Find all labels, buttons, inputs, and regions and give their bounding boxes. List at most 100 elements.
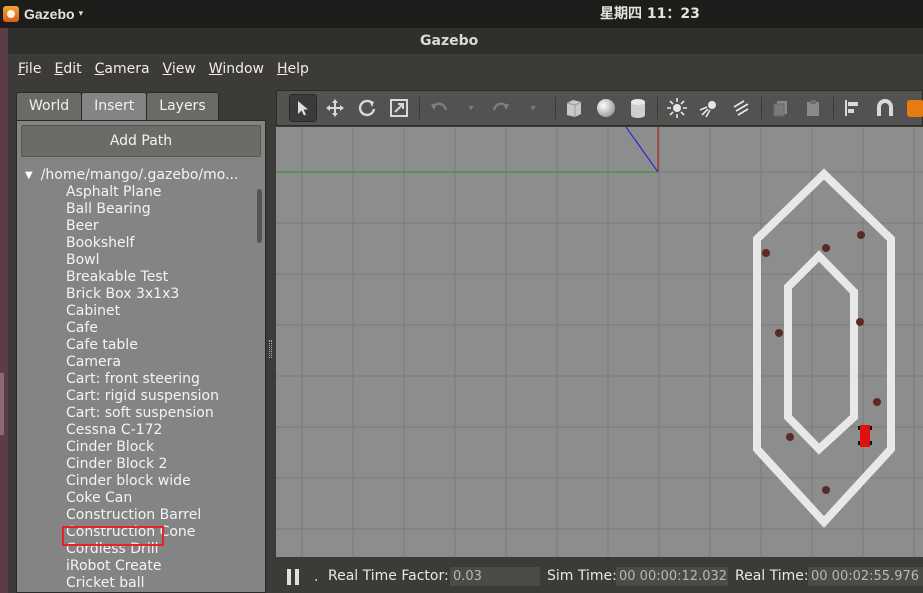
pause-icon[interactable] xyxy=(286,569,300,585)
toolbar-separator xyxy=(833,97,834,119)
model-list-item[interactable]: Cart: rigid suspension xyxy=(21,388,253,405)
app-name: Gazebo xyxy=(24,6,75,22)
coke-can-obstacle[interactable] xyxy=(873,398,881,406)
model-list-item[interactable]: Ball Bearing xyxy=(21,201,253,218)
menu-view-mnemonic: V xyxy=(162,61,172,77)
coke-can-obstacle[interactable] xyxy=(775,329,783,337)
model-list-item[interactable]: Brick Box 3x1x3 xyxy=(21,286,253,303)
panel-tabs: World Insert Layers xyxy=(16,92,219,122)
coke-can-obstacle[interactable] xyxy=(762,249,770,257)
model-list-item[interactable]: Cart: front steering xyxy=(21,371,253,388)
model-list-item[interactable]: Cricket ball xyxy=(21,575,253,592)
tab-insert[interactable]: Insert xyxy=(81,92,148,120)
menu-help[interactable]: Help xyxy=(277,61,309,77)
redo-dropdown-icon[interactable]: ▾ xyxy=(519,94,547,122)
model-list-item[interactable]: Cafe xyxy=(21,320,253,337)
scene-canvas[interactable] xyxy=(276,127,923,557)
model-list-item[interactable]: Cinder Block 2 xyxy=(21,456,253,473)
coke-can-obstacle[interactable] xyxy=(822,486,830,494)
tab-world[interactable]: World xyxy=(16,92,83,120)
snap-icon[interactable] xyxy=(871,94,899,122)
model-list-item[interactable]: Asphalt Plane xyxy=(21,184,253,201)
menu-file[interactable]: File xyxy=(18,61,41,77)
spot-light-icon[interactable] xyxy=(695,94,723,122)
z-axis-line xyxy=(625,127,659,173)
coke-can-obstacle[interactable] xyxy=(786,433,794,441)
outer-track-wall[interactable] xyxy=(753,168,895,528)
model-list-item[interactable]: Construction Barrel xyxy=(21,507,253,524)
menu-view[interactable]: View xyxy=(163,61,196,77)
menu-edit-label: dit xyxy=(63,61,82,77)
launcher-marker xyxy=(0,373,4,435)
model-list-item[interactable]: Camera xyxy=(21,354,253,371)
menu-window[interactable]: Window xyxy=(209,61,264,77)
model-list-item[interactable]: Breakable Test xyxy=(21,269,253,286)
menu-camera[interactable]: Camera xyxy=(95,61,150,77)
model-list-scrollbar[interactable] xyxy=(255,185,263,589)
add-path-button[interactable]: Add Path xyxy=(21,125,261,157)
undo-dropdown-icon[interactable]: ▾ xyxy=(457,94,485,122)
model-list-item[interactable]: iRobot Create xyxy=(21,558,253,575)
panel-splitter-handle[interactable] xyxy=(269,340,272,358)
window-title: Gazebo xyxy=(420,33,479,49)
model-list-item[interactable]: Beer xyxy=(21,218,253,235)
model-list-item[interactable]: Coke Can xyxy=(21,490,253,507)
cylinder-icon[interactable] xyxy=(624,94,652,122)
menu-bar: File Edit Camera View Window Help xyxy=(8,54,923,84)
chevron-down-icon: ▾ xyxy=(78,9,84,19)
step-indicator[interactable]: . xyxy=(314,569,318,585)
point-light-icon[interactable] xyxy=(663,94,691,122)
redo-icon[interactable] xyxy=(487,94,515,122)
menu-window-label: indow xyxy=(222,61,264,77)
menu-view-label: iew xyxy=(171,61,196,77)
coke-can-obstacle[interactable] xyxy=(822,244,830,252)
model-list-item[interactable]: Cinder Block xyxy=(21,439,253,456)
real-time-value: 00 00:02:55.976 xyxy=(808,567,923,586)
menu-edit-mnemonic: E xyxy=(54,61,64,77)
select-arrow-icon[interactable] xyxy=(289,94,317,122)
undo-icon[interactable] xyxy=(425,94,453,122)
app-menu[interactable]: Gazebo ▾ xyxy=(0,0,83,28)
align-icon[interactable] xyxy=(839,94,867,122)
model-list-item[interactable]: Bookshelf xyxy=(21,235,253,252)
model-path-root[interactable]: ▼ /home/mango/.gazebo/mo... xyxy=(21,167,253,184)
gazebo-app-icon xyxy=(3,6,19,22)
scene-viewport[interactable] xyxy=(276,127,923,557)
model-list-item[interactable]: Cart: soft suspension xyxy=(21,405,253,422)
coke-can-obstacle[interactable] xyxy=(856,318,864,326)
model-list-item[interactable]: Bowl xyxy=(21,252,253,269)
scrollbar-thumb[interactable] xyxy=(257,189,262,243)
menu-camera-label: amera xyxy=(104,61,150,77)
sphere-icon[interactable] xyxy=(592,94,620,122)
translate-icon[interactable] xyxy=(321,94,349,122)
rotate-icon[interactable] xyxy=(353,94,381,122)
menu-edit[interactable]: Edit xyxy=(54,61,81,77)
status-bar: . Real Time Factor: 0.03 Sim Time: 00 00… xyxy=(276,557,923,593)
box-icon[interactable] xyxy=(560,94,588,122)
real-time-factor-label: Real Time Factor: xyxy=(328,568,449,584)
model-path-label: /home/mango/.gazebo/mo... xyxy=(40,167,239,183)
model-list-item[interactable]: Cafe table xyxy=(21,337,253,354)
directional-light-icon[interactable] xyxy=(727,94,755,122)
menu-window-mnemonic: W xyxy=(208,61,223,77)
toolbar-separator xyxy=(657,97,658,119)
menu-file-label: ile xyxy=(25,61,42,77)
coke-can-obstacle[interactable] xyxy=(857,231,865,239)
menu-camera-mnemonic: C xyxy=(94,61,105,77)
view-angle-icon[interactable] xyxy=(905,94,923,122)
menu-help-label: elp xyxy=(287,61,309,77)
model-list-item[interactable]: Cabinet xyxy=(21,303,253,320)
expand-triangle-icon[interactable]: ▼ xyxy=(25,167,33,184)
robot-car[interactable] xyxy=(858,425,872,447)
scale-icon[interactable] xyxy=(385,94,413,122)
copy-icon[interactable] xyxy=(767,94,795,122)
coke-can-highlight-box xyxy=(62,526,164,546)
real-time-factor-value: 0.03 xyxy=(450,567,540,586)
model-list-item[interactable]: Cinder block wide xyxy=(21,473,253,490)
paste-icon[interactable] xyxy=(799,94,827,122)
tab-layers[interactable]: Layers xyxy=(146,92,219,120)
model-list-item[interactable]: Cessna C-172 xyxy=(21,422,253,439)
clock[interactable]: 星期四 11：23 xyxy=(600,0,700,28)
inner-track-wall[interactable] xyxy=(784,250,858,455)
insert-panel: Add Path ▼ /home/mango/.gazebo/mo... Asp… xyxy=(16,120,266,593)
